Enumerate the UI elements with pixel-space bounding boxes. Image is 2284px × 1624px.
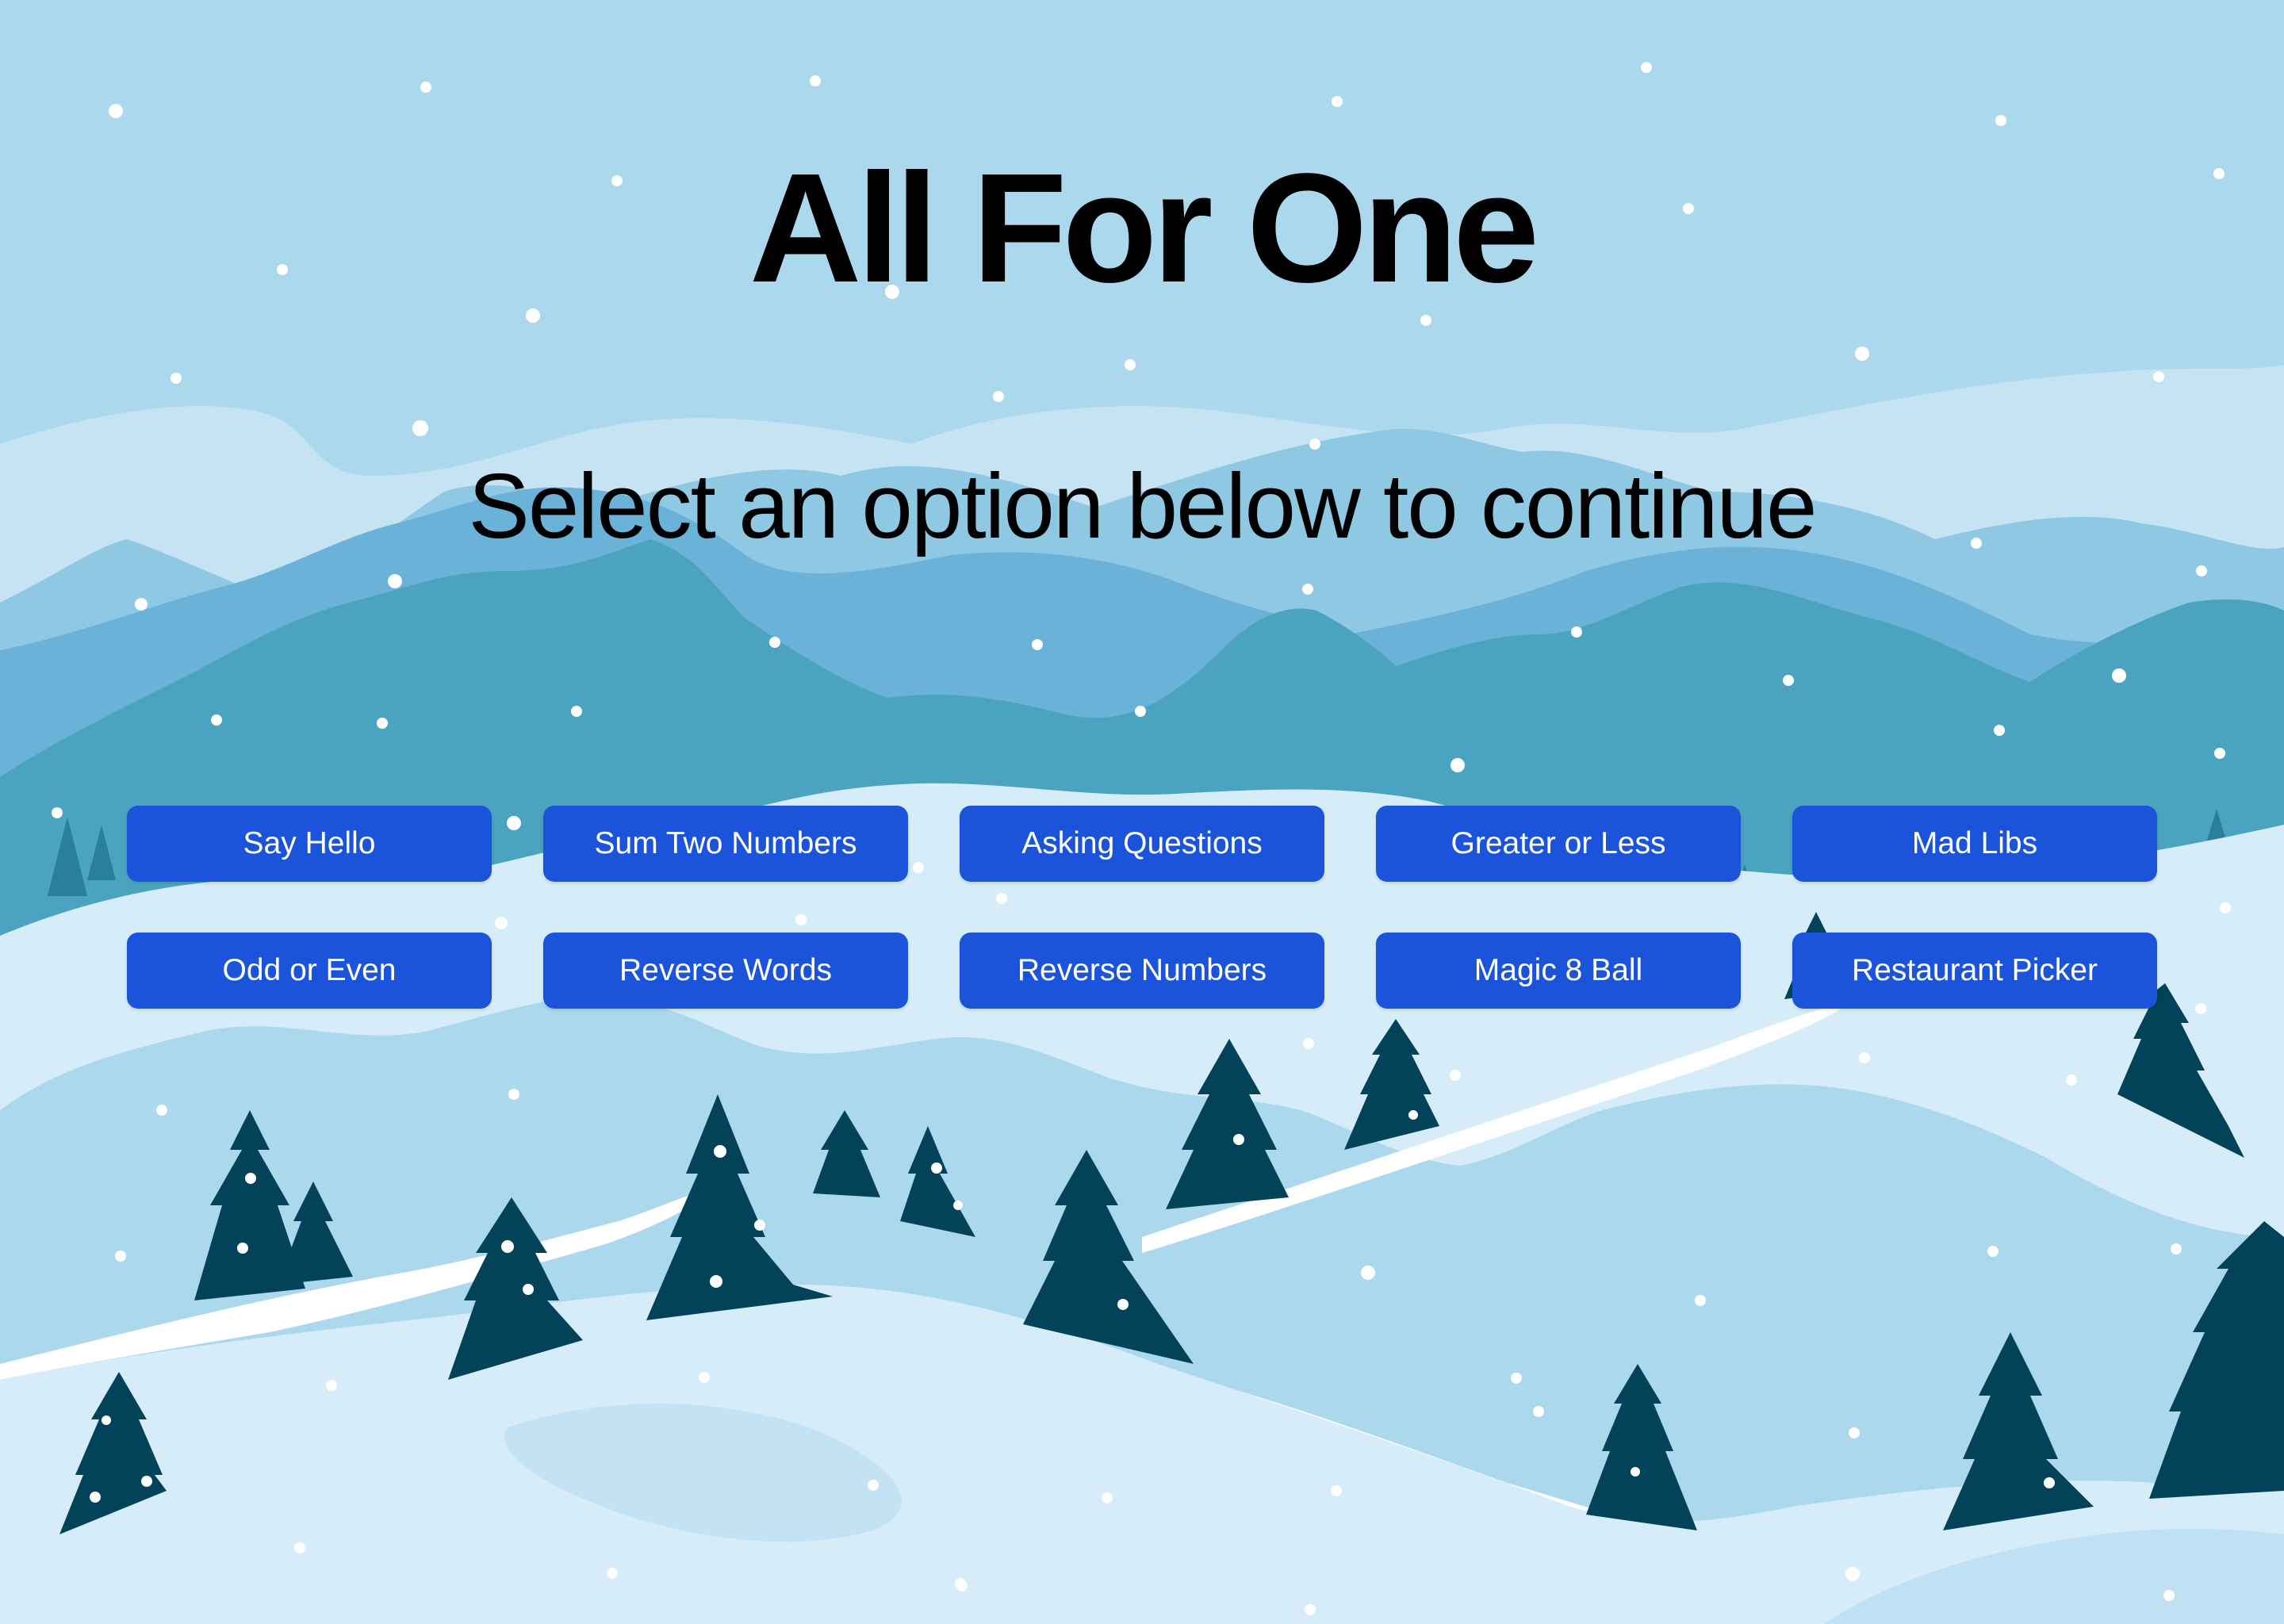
odd-or-even-button[interactable]: Odd or Even	[127, 933, 492, 1009]
reverse-numbers-button[interactable]: Reverse Numbers	[960, 933, 1324, 1009]
app-window: All For One Select an option below to co…	[0, 0, 2284, 1624]
page-subtitle: Select an option below to continue	[468, 454, 1817, 557]
sum-two-numbers-button[interactable]: Sum Two Numbers	[543, 806, 908, 882]
asking-questions-button[interactable]: Asking Questions	[960, 806, 1324, 882]
options-grid: Say Hello Sum Two Numbers Asking Questio…	[127, 806, 2157, 1009]
restaurant-picker-button[interactable]: Restaurant Picker	[1792, 933, 2157, 1009]
magic-8-ball-button[interactable]: Magic 8 Ball	[1376, 933, 1741, 1009]
reverse-words-button[interactable]: Reverse Words	[543, 933, 908, 1009]
page-title: All For One	[749, 141, 1539, 315]
mad-libs-button[interactable]: Mad Libs	[1792, 806, 2157, 882]
greater-or-less-button[interactable]: Greater or Less	[1376, 806, 1741, 882]
say-hello-button[interactable]: Say Hello	[127, 806, 492, 882]
